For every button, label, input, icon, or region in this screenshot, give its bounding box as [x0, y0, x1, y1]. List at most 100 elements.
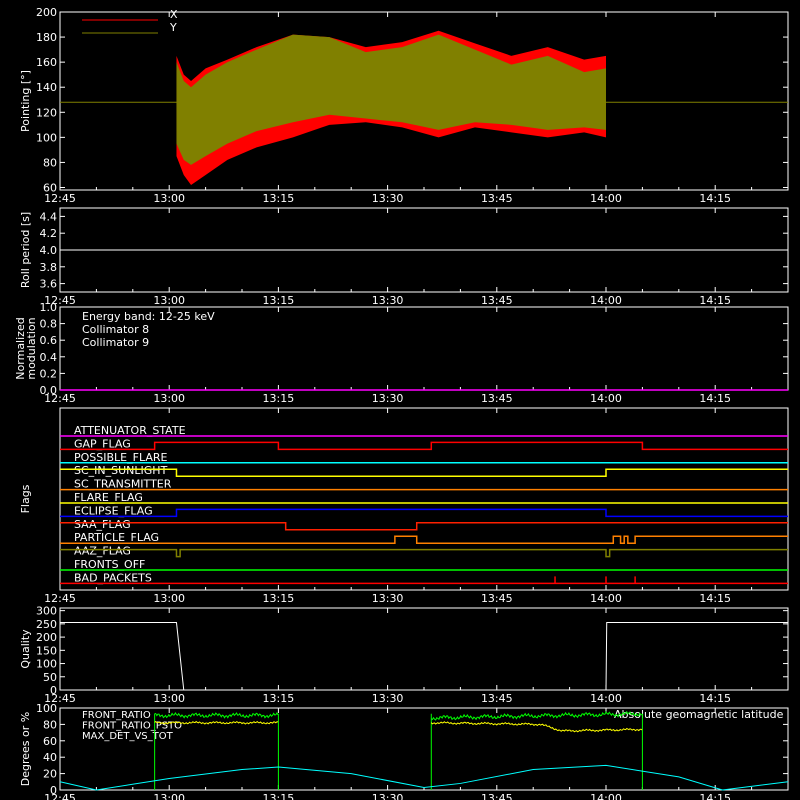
modulation-ytick-label: 0.0: [40, 384, 58, 397]
roll-ylabel: Roll period [s]: [19, 212, 32, 288]
quality-xtick-label: 13:45: [481, 692, 513, 705]
roll-ytick-label: 4.2: [40, 227, 58, 240]
roll-xtick-label: 14:15: [699, 294, 731, 307]
ratios-ytick-label: 40: [43, 751, 57, 764]
pointing-xtick-label: 13:45: [481, 192, 513, 205]
modulation-ylabel-line2: modulation: [25, 317, 38, 379]
pointing-ytick-label: 80: [43, 156, 57, 169]
series-front-ratio-psto-segment-0: [154, 711, 279, 719]
modulation-annotation-1: Collimator 8: [82, 323, 149, 336]
modulation-xtick-label: 14:15: [699, 392, 731, 405]
flag-trace-saa-flag: [60, 522, 788, 531]
pointing-ytick-label: 120: [36, 106, 57, 119]
flags-xtick-label: 14:00: [590, 592, 622, 605]
series-front-ratio-segment-1: [430, 721, 643, 733]
roll-xtick-label: 13:00: [153, 294, 185, 307]
pointing-ytick-label: 200: [36, 6, 57, 19]
legend-label-y: Y: [169, 21, 177, 34]
ratios-xtick-label: 14:00: [590, 792, 622, 800]
modulation-annotation-0: Energy band: 12-25 keV: [82, 310, 215, 323]
modulation-ytick-label: 0.2: [40, 367, 58, 380]
quality-frame: [59, 607, 789, 691]
ratios-ylabel: Degrees or %: [19, 712, 32, 786]
flags-xtick-label: 14:15: [699, 592, 731, 605]
flag-label-sc-transmitter: SC_TRANSMITTER: [74, 478, 172, 491]
roll-ytick-label: 4.4: [40, 210, 58, 223]
ratios-ytick-label: 0: [50, 784, 57, 797]
modulation-xtick-label: 13:15: [263, 392, 295, 405]
roll-xtick-label: 13:15: [263, 294, 295, 307]
pointing-xtick-label: 13:30: [372, 192, 404, 205]
flag-trace-sc-in-sunlight: [60, 468, 788, 477]
flag-label-sc-in-sunlight: SC_IN_SUNLIGHT: [74, 464, 168, 477]
pointing-xtick-label: 13:15: [263, 192, 295, 205]
ratios-ytick-label: 60: [43, 735, 57, 748]
modulation-xtick-label: 13:30: [372, 392, 404, 405]
ratios-xtick-label: 13:45: [481, 792, 513, 800]
flags-xtick-label: 13:00: [153, 592, 185, 605]
ratios-xtick-label: 12:45: [44, 792, 76, 800]
flags-ylabel: Flags: [19, 484, 32, 513]
flag-label-aaz-flag: AAZ_FLAG: [74, 545, 131, 558]
ratios-ytick-label: 100: [36, 702, 57, 715]
ratios-xtick-label: 13:00: [153, 792, 185, 800]
ratios-xtick-label: 13:15: [263, 792, 295, 800]
flag-label-bad-packets: BAD_PACKETS: [74, 571, 152, 584]
modulation-ytick-label: 0.8: [40, 318, 58, 331]
ratios-ytick-label: 80: [43, 718, 57, 731]
quality-ytick-label: 100: [36, 658, 57, 671]
pointing-xtick-label: 13:00: [153, 192, 185, 205]
pointing-ytick-label: 140: [36, 81, 57, 94]
rhessi-quicklook-plot: 12:45 13:00 13:15 13:30 13:45 14:00 14:15 Point…: [14, 6, 789, 800]
quality-ytick-label: 250: [36, 618, 57, 631]
flag-label-attenuator-state: ATTENUATOR_STATE: [74, 424, 186, 437]
flag-label-possible-flare: POSSIBLE_FLARE: [74, 451, 168, 464]
modulation-xtick-label: 13:00: [153, 392, 185, 405]
flags-xtick-label: 13:30: [372, 592, 404, 605]
flags-xtick-label: 13:45: [481, 592, 513, 605]
pointing-ytick-label: 60: [43, 181, 57, 194]
quality-ytick-label: 0: [50, 684, 57, 697]
series-front-ratio-psto-segment-1: [430, 711, 643, 721]
pointing-xtick-label: 14:00: [590, 192, 622, 205]
pointing-ytick-label: 180: [36, 31, 57, 44]
modulation-annotation-2: Collimator 9: [82, 336, 149, 349]
quality-ytick-label: 150: [36, 644, 57, 657]
roll-ytick-label: 4.0: [40, 244, 58, 257]
quality-line: [60, 622, 788, 691]
quality-ytick-label: 50: [43, 671, 57, 684]
flags-xtick-label: 13:15: [263, 592, 295, 605]
roll-xtick-label: 14:00: [590, 294, 622, 307]
flag-label-eclipse-flag: ECLIPSE_FLAG: [74, 504, 153, 517]
ratios-xtick-label: 14:15: [699, 792, 731, 800]
roll-xtick-label: 13:45: [481, 294, 513, 307]
ratios-xtick-label: 13:30: [372, 792, 404, 800]
flag-trace-aaz-flag: [60, 548, 788, 558]
modulation-xtick-label: 13:45: [481, 392, 513, 405]
pointing-ytick-label: 100: [36, 131, 57, 144]
modulation-ytick-label: 0.6: [40, 334, 58, 347]
quality-xtick-label: 13:00: [153, 692, 185, 705]
roll-xtick-label: 13:30: [372, 294, 404, 307]
ratios-ytick-label: 20: [43, 768, 57, 781]
flag-label-flare-flag: FLARE_FLAG: [74, 491, 143, 504]
quality-ylabel: Quality: [19, 629, 32, 669]
quality-ytick-label: 300: [36, 605, 57, 618]
flag-trace-particle-flag: [60, 535, 788, 544]
roll-ytick-label: 3.8: [40, 261, 58, 274]
legend-label-x: X: [170, 8, 178, 21]
roll-ytick-label: 3.6: [40, 278, 58, 291]
ratio-legend-0: FRONT_RATIO: [82, 710, 151, 721]
flag-trace-eclipse-flag: [60, 508, 788, 518]
flag-label-fronts-off: FRONTS_OFF: [74, 558, 145, 571]
quality-xtick-label: 14:15: [699, 692, 731, 705]
flag-label-saa-flag: SAA_FLAG: [74, 518, 131, 531]
flag-trace-gap-flag: [60, 441, 788, 451]
modulation-ytick-label: 0.4: [40, 351, 58, 364]
ratio-legend-1: FRONT_RATIO_PSTO: [82, 721, 182, 732]
quality-xtick-label: 14:00: [590, 692, 622, 705]
pointing-ytick-label: 160: [36, 56, 57, 69]
pointing-ylabel: Pointing [°]: [19, 70, 32, 132]
flag-label-gap-flag: GAP_FLAG: [74, 437, 131, 450]
pointing-xtick-label: 14:15: [699, 192, 731, 205]
